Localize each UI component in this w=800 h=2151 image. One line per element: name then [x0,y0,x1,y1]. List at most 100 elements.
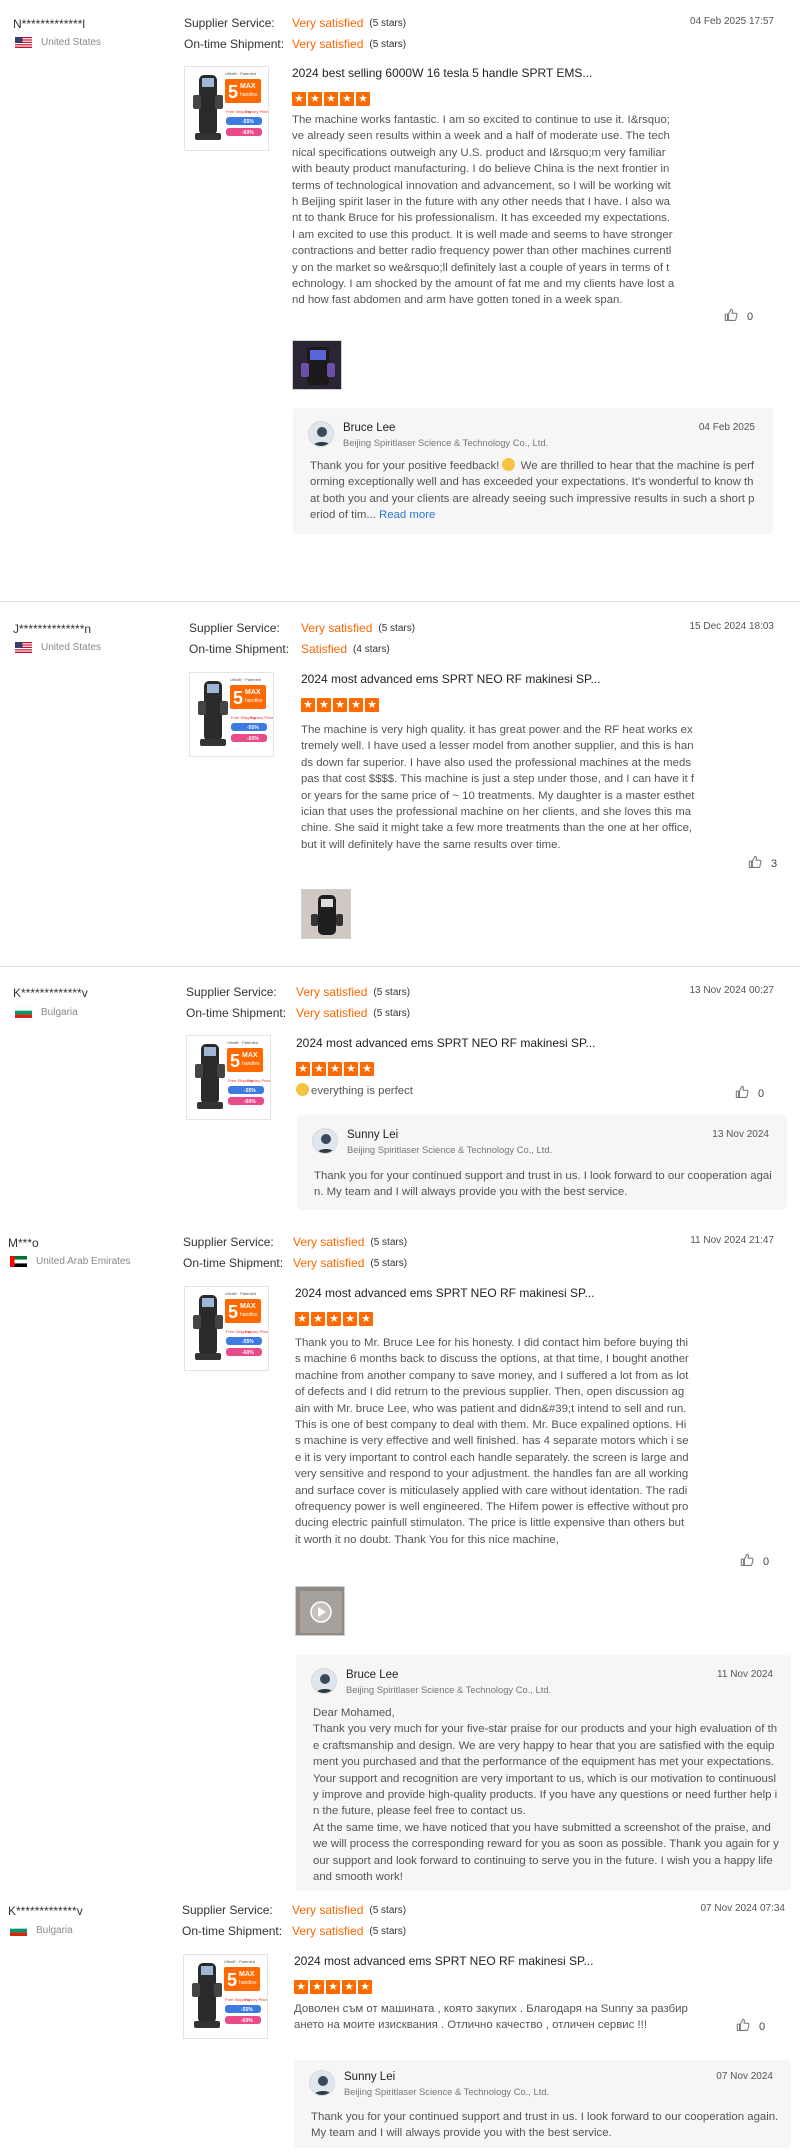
supplier-service-stars: (5 stars) [369,18,407,29]
shipment-stars: (5 stars) [370,1258,408,1269]
product-title[interactable]: 2024 most advanced ems SPRT NEO RF makin… [301,672,600,686]
like-count: 0 [758,1087,765,1100]
svg-text:handles: handles [242,1061,260,1067]
buyer-country: United States [15,642,101,653]
shipment-value: Very satisfied [292,1924,364,1938]
review-card: K*************v Bulgaria Supplier Servic… [0,966,800,1216]
svg-text:Ultrafit · Patented: Ultrafit · Patented [225,71,256,76]
svg-text:handles: handles [240,1312,258,1318]
svg-text:Ultrafit · Patented: Ultrafit · Patented [225,1291,256,1296]
svg-text:-55%: -55% [247,725,259,731]
review-date: 11 Nov 2024 21:47 [690,1235,774,1246]
star-icon: ★ [301,698,315,712]
supplier-reply: Sunny Lei Beijing Spiritlaser Science & … [297,1115,787,1210]
review-text: Доволен съм от машината , която закупих … [294,2003,688,2032]
shipment-label: On-time Shipment: [183,1256,284,1270]
product-thumbnail[interactable]: Ultrafit · Patented 5 MAX handles Free S… [189,672,274,757]
shipment-label: On-time Shipment: [182,1924,283,1938]
supplier-service-label: Supplier Service: [183,1235,274,1249]
star-icon: ★ [365,698,379,712]
like-button[interactable]: 0 [724,308,753,325]
country-name: United States [41,642,102,653]
product-thumbnail[interactable]: Ultrafit · Patented 5 MAX handles Free S… [186,1035,271,1120]
like-count: 0 [759,2020,766,2033]
reply-paragraph: At the same time, we have noticed that y… [313,1821,779,1884]
shipment-stars: (4 stars) [353,644,390,655]
like-button[interactable]: 0 [736,2018,765,2035]
supplier-service-label: Supplier Service: [189,621,280,635]
read-more-link[interactable]: Read more [379,509,435,521]
svg-text:Factory Price: Factory Price [245,109,269,114]
star-icon: ★ [311,1312,325,1326]
star-icon: ★ [310,1980,324,1994]
reply-greeting: Dear Mohamed, [313,1707,395,1719]
thumbs-up-icon [748,855,771,872]
shipment-value: Very satisfied [292,37,364,51]
supplier-service-stars: (5 stars) [369,1905,407,1916]
star-icon: ★ [327,1312,341,1326]
like-button[interactable]: 0 [735,1085,764,1102]
star-icon: ★ [360,1062,374,1076]
review-ratings: Supplier Service: Very satisfied (5 stars)… [186,982,410,1024]
review-card: K*************v Bulgaria Supplier Servic… [0,1896,800,2151]
buyer-country: Bulgaria [10,1925,73,1936]
review-video[interactable] [295,1586,345,1636]
country-name: Bulgaria [41,1007,78,1018]
review-photo[interactable] [301,889,351,939]
product-title[interactable]: 2024 most advanced ems SPRT NEO RF makin… [294,1954,593,1968]
reply-company: Beijing Spiritlaser Science & Technology… [346,1684,552,1695]
reply-text: Thank you for your continued support and… [311,2111,779,2140]
reply-date: 11 Nov 2024 [717,1669,773,1680]
svg-text:-55%: -55% [242,119,254,125]
product-title[interactable]: 2024 most advanced ems SPRT NEO RF makin… [296,1036,595,1050]
bulgaria-flag-icon [10,1925,27,1936]
shipment-value: Very satisfied [293,1256,365,1270]
star-icon: ★ [333,698,347,712]
product-title[interactable]: 2024 most advanced ems SPRT NEO RF makin… [295,1286,594,1300]
reply-author: Sunny Lei [344,2071,396,2083]
star-icon: ★ [312,1062,326,1076]
like-button[interactable]: 3 [748,855,777,872]
star-icon: ★ [359,1312,373,1326]
buyer-country: United Arab Emirates [10,1256,131,1267]
like-count: 0 [763,1555,770,1568]
svg-text:Ultrafit · Patented: Ultrafit · Patented [227,1040,258,1045]
buyer-name: J**************n [13,622,92,636]
buyer-name: M***o [8,1236,39,1250]
svg-text:-55%: -55% [242,1339,254,1345]
svg-text:MAX: MAX [240,83,256,90]
product-thumbnail[interactable]: Ultrafit · Patented 5 MAX handles Free S… [184,1286,269,1371]
supplier-service-value: Very satisfied [293,1235,365,1249]
svg-text:Factory Price: Factory Price [250,715,274,720]
buyer-name: K*************v [8,1904,83,1918]
product-thumbnail[interactable]: Ultrafit · Patented 5 MAX handles Free S… [183,1954,268,2039]
review-photo[interactable] [292,340,342,390]
thumbs-up-icon [740,1553,763,1570]
review-date: 15 Dec 2024 18:03 [689,621,774,632]
svg-text:-60%: -60% [241,2018,253,2024]
product-title[interactable]: 2024 best selling 6000W 16 tesla 5 handl… [292,66,592,80]
supplier-service-value: Very satisfied [301,621,373,635]
star-icon: ★ [295,1312,309,1326]
supplier-reply: Bruce Lee Beijing Spiritlaser Science & … [293,408,773,534]
reply-paragraph: Thank you very much for your five-star p… [313,1723,778,1818]
review-text: The machine works fantastic. I am so exc… [292,114,675,307]
product-thumbnail[interactable]: Ultrafit · Patented 5 MAX handles Free S… [184,66,269,151]
supplier-service-label: Supplier Service: [182,1903,273,1917]
svg-text:5: 5 [228,82,238,102]
svg-text:handles: handles [240,92,258,98]
buyer-name: N*************l [13,17,86,31]
svg-text:5: 5 [230,1051,240,1071]
supplier-reply: Bruce Lee Beijing Spiritlaser Science & … [296,1655,791,1891]
reply-author: Bruce Lee [346,1669,399,1681]
avatar [309,2070,335,2096]
like-count: 0 [747,310,754,323]
like-button[interactable]: 0 [740,1553,769,1570]
svg-text:handles: handles [245,698,263,704]
like-count: 3 [771,857,778,870]
svg-text:MAX: MAX [245,689,261,696]
star-icon: ★ [294,1980,308,1994]
svg-text:Ultrafit · Patented: Ultrafit · Patented [224,1959,255,1964]
svg-text:handles: handles [239,1980,257,1986]
svg-text:5: 5 [228,1302,238,1322]
